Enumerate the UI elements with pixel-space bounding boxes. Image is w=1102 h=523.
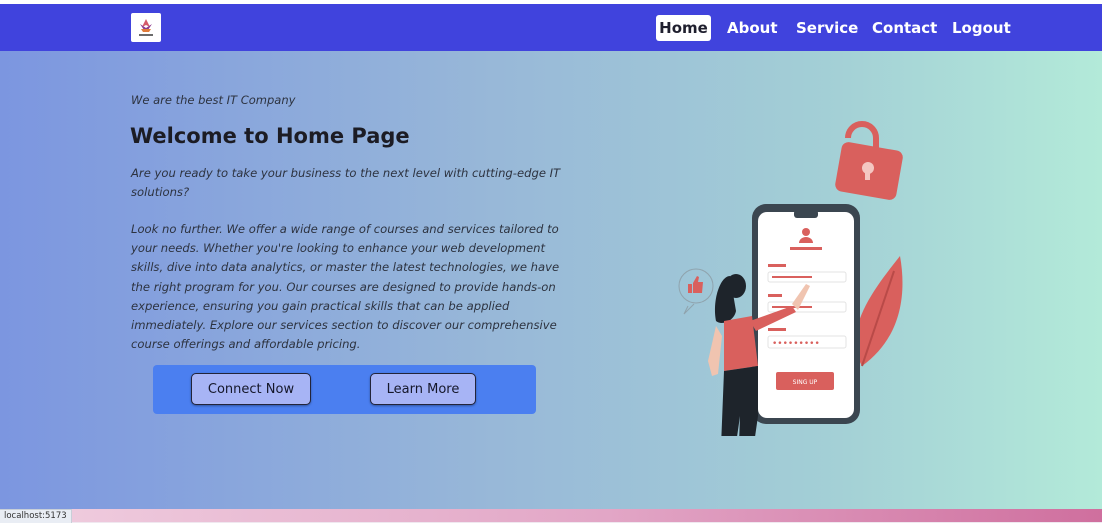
hero-tagline: We are the best IT Company xyxy=(131,93,296,107)
brand-logo[interactable] xyxy=(131,13,161,42)
phone-icon: ••••••••• SING UP xyxy=(752,204,860,424)
navbar: Home About Service Contact Logout xyxy=(0,4,1102,51)
thumbs-up-icon xyxy=(678,268,714,315)
hero-description-text: Look no further. We offer a wide range o… xyxy=(131,222,560,352)
logo-icon xyxy=(139,19,153,36)
browser-status-url: localhost:5173 xyxy=(0,509,72,523)
padlock-icon xyxy=(835,121,903,200)
hero-section: We are the best IT Company Welcome to Ho… xyxy=(0,51,1102,509)
hero-buttons-panel: Connect Now Learn More xyxy=(153,365,536,414)
signup-mock-label: SING UP xyxy=(793,379,818,386)
hero-intro-text: Are you ready to take your business to t… xyxy=(131,166,561,200)
footer-gradient-bar xyxy=(0,509,1102,522)
connect-now-button[interactable]: Connect Now xyxy=(191,373,311,405)
signup-illustration: ••••••••• SING UP xyxy=(678,121,903,436)
nav-contact[interactable]: Contact xyxy=(872,15,937,41)
nav-home[interactable]: Home xyxy=(656,15,711,41)
learn-more-button[interactable]: Learn More xyxy=(370,373,476,405)
password-mask-text: ••••••••• xyxy=(772,339,820,349)
nav-logout[interactable]: Logout xyxy=(952,15,1011,41)
nav-service[interactable]: Service xyxy=(796,15,858,41)
nav-about[interactable]: About xyxy=(727,15,778,41)
page-title: Welcome to Home Page xyxy=(130,124,410,148)
